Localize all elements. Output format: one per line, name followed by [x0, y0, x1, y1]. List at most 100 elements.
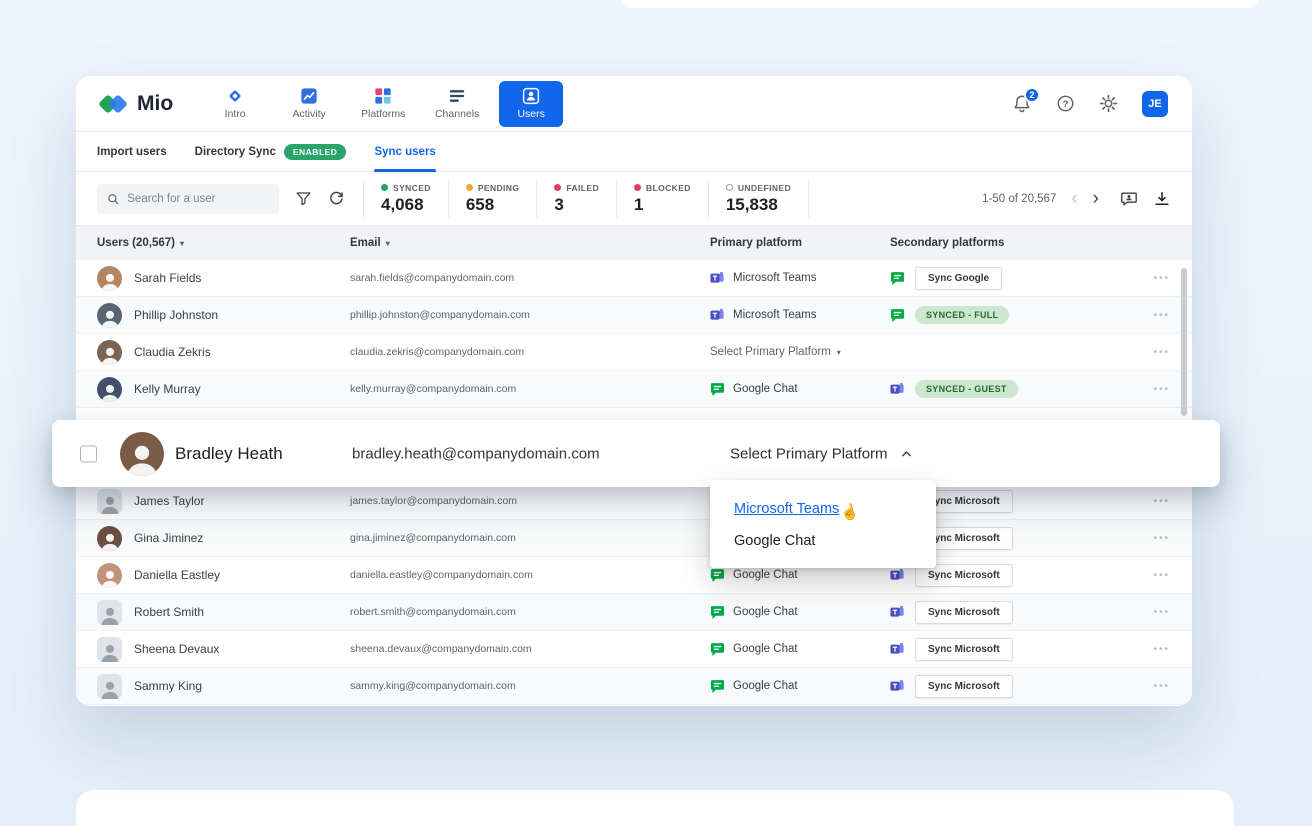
caret-down-icon: ▾	[180, 238, 185, 248]
help-button[interactable]: ?	[1056, 94, 1075, 113]
nav-item-channels[interactable]: Channels	[425, 81, 489, 127]
column-header-users[interactable]: Users (20,567) ▾	[76, 237, 350, 249]
page-background: Mio Intro Activity Platforms Channels Us…	[0, 0, 1312, 826]
status-dot	[465, 184, 473, 191]
svg-text:?: ?	[1063, 99, 1069, 110]
user-avatar	[97, 488, 122, 514]
prev-page-button[interactable]: ‹	[1071, 189, 1077, 208]
nav-item-intro[interactable]: Intro	[203, 81, 267, 127]
table-row[interactable]: Phillip Johnston phillip.johnston@compan…	[76, 297, 1192, 334]
primary-platform-label: Microsoft Teams	[733, 272, 817, 284]
sync-stats: SYNCED 4,068 PENDING 658 FAILED 3 BLOCKE…	[363, 179, 809, 218]
mio-logo[interactable]: Mio	[98, 92, 173, 116]
google-icon	[710, 605, 725, 620]
primary-platform-cell: Select Primary Platform ▾	[710, 346, 890, 358]
search-box[interactable]	[97, 183, 279, 214]
user-avatar	[97, 636, 122, 662]
intro-icon	[229, 90, 241, 102]
enabled-badge: ENABLED	[283, 143, 347, 160]
top-navigation: Mio Intro Activity Platforms Channels Us…	[76, 76, 1192, 132]
google-icon	[710, 568, 725, 583]
download-button[interactable]	[1153, 190, 1171, 208]
table-row[interactable]: Sarah Fields sarah.fields@companydomain.…	[76, 260, 1192, 297]
google-icon	[710, 679, 725, 694]
row-menu-icon[interactable]: •••	[1153, 496, 1170, 507]
table-row[interactable]: Claudia Zekris claudia.zekris@companydom…	[76, 334, 1192, 371]
user-email: phillip.johnston@companydomain.com	[350, 309, 530, 321]
dropdown-option-microsoft-teams[interactable]: Microsoft Teams☝	[710, 491, 936, 525]
primary-platform-cell: Microsoft Teams	[710, 271, 890, 286]
nav-item-users[interactable]: Users	[499, 80, 564, 127]
notifications-button[interactable]: 2	[1012, 86, 1040, 114]
user-email: gina.jiminez@companydomain.com	[350, 532, 516, 544]
row-menu-icon[interactable]: •••	[1153, 384, 1170, 395]
teams-icon	[710, 308, 725, 323]
feedback-button[interactable]	[1120, 190, 1138, 208]
user-email: sarah.fields@companydomain.com	[350, 272, 515, 284]
primary-platform-cell: Microsoft Teams	[710, 308, 890, 323]
teams-icon	[710, 271, 725, 286]
table-row[interactable]: Daniella Eastley daniella.eastley@compan…	[76, 557, 1192, 594]
row-menu-icon[interactable]: •••	[1153, 681, 1170, 692]
google-icon	[890, 271, 905, 286]
vertical-scrollbar[interactable]	[1181, 268, 1187, 416]
background-shape	[622, 0, 1258, 8]
filter-button[interactable]	[295, 190, 312, 207]
nav-label: Platforms	[360, 108, 406, 120]
tab-label: Import users	[97, 145, 167, 158]
dropdown-option-google-chat[interactable]: Google Chat	[710, 525, 936, 557]
row-menu-icon[interactable]: •••	[1153, 607, 1170, 618]
sync-button[interactable]: Sync Google	[915, 266, 1003, 290]
account-avatar[interactable]: JE	[1142, 90, 1168, 117]
table-row[interactable]: Gina Jiminez gina.jiminez@companydomain.…	[76, 520, 1192, 557]
nav-items: Intro Activity Platforms Channels Users	[203, 80, 564, 127]
row-checkbox[interactable]	[80, 445, 97, 462]
nav-item-activity[interactable]: Activity	[277, 81, 341, 127]
primary-platform-cell: Google Chat	[710, 382, 890, 397]
caret-down-icon: ▾	[385, 238, 390, 248]
status-dot	[725, 184, 733, 191]
select-primary-platform[interactable]: Select Primary Platform ▾	[710, 346, 841, 358]
column-header-email[interactable]: Email ▾	[350, 237, 710, 249]
next-page-button[interactable]: ›	[1093, 189, 1099, 208]
activity-icon	[301, 88, 317, 104]
stat-label: PENDING	[477, 182, 520, 193]
table-row[interactable]: Kelly Murray kelly.murray@companydomain.…	[76, 371, 1192, 408]
tab-import-users[interactable]: Import users	[97, 132, 167, 171]
row-menu-icon[interactable]: •••	[1153, 644, 1170, 655]
primary-platform-label: Google Chat	[733, 383, 798, 395]
sync-button[interactable]: Sync Microsoft	[915, 600, 1013, 624]
row-menu-icon[interactable]: •••	[1153, 347, 1170, 358]
column-header-primary-platform: Primary platform	[710, 237, 890, 249]
settings-button[interactable]	[1099, 94, 1118, 113]
tab-directory-sync[interactable]: Directory Sync ENABLED	[195, 132, 347, 171]
row-menu-icon[interactable]: •••	[1153, 310, 1170, 321]
search-input[interactable]	[127, 192, 269, 205]
row-menu-icon[interactable]: •••	[1153, 273, 1170, 284]
nav-label: Channels	[434, 108, 480, 120]
help-icon: ?	[1057, 95, 1074, 112]
sync-button[interactable]: Sync Microsoft	[915, 637, 1013, 661]
tab-label: Sync users	[374, 145, 436, 158]
table-row[interactable]: Robert Smith robert.smith@companydomain.…	[76, 594, 1192, 631]
row-menu-icon[interactable]: •••	[1153, 533, 1170, 544]
refresh-button[interactable]	[328, 190, 345, 207]
row-menu-icon[interactable]: •••	[1153, 570, 1170, 581]
sync-button[interactable]: Sync Microsoft	[915, 674, 1013, 698]
primary-platform-cell: Google Chat	[710, 568, 890, 583]
user-name: Bradley Heath	[175, 443, 283, 463]
table-row[interactable]: Sheena Devaux sheena.devaux@companydomai…	[76, 631, 1192, 668]
selected-user-row[interactable]: Bradley Heath bradley.heath@companydomai…	[52, 420, 1220, 487]
status-dot	[554, 184, 562, 191]
user-email: kelly.murray@companydomain.com	[350, 383, 517, 395]
table-row[interactable]: James Taylor james.taylor@companydomain.…	[76, 483, 1192, 520]
user-name: Sarah Fields	[134, 271, 202, 285]
nav-item-platforms[interactable]: Platforms	[351, 81, 415, 127]
user-avatar	[97, 562, 122, 588]
tab-sync-users[interactable]: Sync users	[374, 132, 437, 172]
teams-icon	[890, 679, 905, 694]
stat-label: UNDEFINED	[737, 182, 791, 193]
select-primary-platform[interactable]: Select Primary Platform	[730, 445, 913, 462]
stat-label: BLOCKED	[645, 182, 691, 193]
table-row[interactable]: Sammy King sammy.king@companydomain.com …	[76, 668, 1192, 705]
